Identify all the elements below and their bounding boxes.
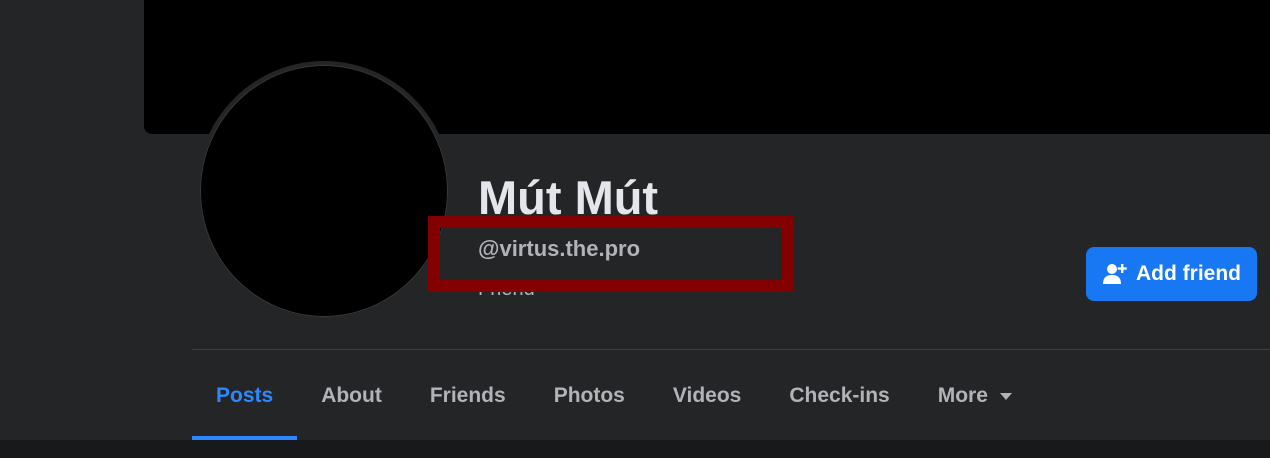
highlight-box	[428, 216, 794, 292]
tabs-divider	[192, 349, 1270, 350]
caret-down-icon	[999, 392, 1012, 400]
add-friend-button[interactable]: Add friend	[1086, 247, 1257, 301]
tab-friends[interactable]: Friends	[406, 352, 530, 440]
tab-about[interactable]: About	[297, 352, 406, 440]
profile-header: Mút Mút @virtus.the.pro Friend Add frien…	[0, 0, 1270, 440]
profile-avatar[interactable]	[196, 61, 452, 321]
tab-label: Check-ins	[789, 384, 890, 407]
tab-label: Posts	[216, 384, 274, 407]
tab-label: Friends	[429, 384, 506, 407]
add-friend-label: Add friend	[1136, 262, 1241, 285]
tab-label: Photos	[553, 384, 625, 407]
tab-label: About	[321, 384, 382, 407]
person-add-icon	[1103, 264, 1127, 284]
tab-posts[interactable]: Posts	[192, 352, 298, 440]
tab-more[interactable]: More	[914, 352, 1036, 440]
tab-check-ins[interactable]: Check-ins	[765, 352, 913, 440]
profile-page: Mút Mút @virtus.the.pro Friend Add frien…	[0, 0, 1270, 458]
profile-tabs: Posts About Friends Photos Videos Check-…	[192, 352, 1036, 440]
tab-videos[interactable]: Videos	[649, 352, 765, 440]
tab-label: Videos	[672, 384, 742, 407]
tab-label: More	[937, 384, 988, 407]
tab-photos[interactable]: Photos	[530, 352, 649, 440]
